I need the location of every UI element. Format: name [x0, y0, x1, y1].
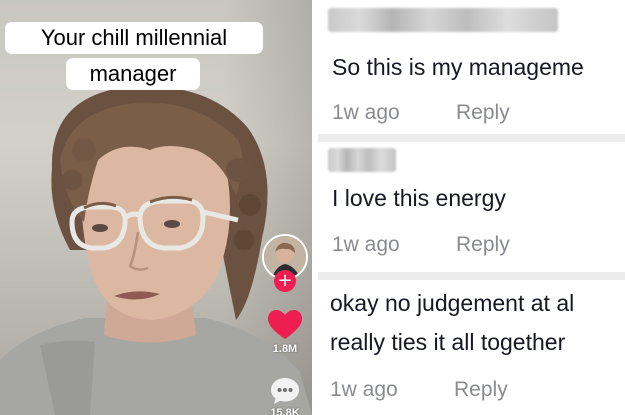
- reply-button[interactable]: Reply: [456, 101, 510, 125]
- comment-time: 1w ago: [330, 378, 398, 401]
- heart-icon[interactable]: [268, 310, 302, 340]
- comment-time: 1w ago: [332, 233, 400, 256]
- comment-text-line-1: okay no judgement at al: [330, 290, 575, 316]
- comment-meta: 1w ago Reply: [330, 378, 508, 402]
- comment-item: I love this energy 1w ago Reply: [318, 142, 625, 272]
- comments-panel: So this is my manageme 1w ago Reply I lo…: [318, 0, 625, 415]
- comment-meta: 1w ago Reply: [332, 101, 510, 125]
- comment-item: okay no judgement at al really ties it a…: [318, 280, 625, 415]
- comment-text: I love this energy: [332, 185, 506, 211]
- comment-bubble-icon[interactable]: [270, 376, 300, 406]
- comment-separator: [318, 272, 625, 280]
- video-player[interactable]: Your chill millennial manager + 1.8M 15.…: [0, 0, 312, 415]
- caption-line-2: manager: [66, 58, 200, 90]
- comment-count: 15.8K: [270, 407, 300, 415]
- comment-meta: 1w ago Reply: [332, 233, 510, 257]
- blurred-username: [328, 8, 558, 32]
- follow-plus-icon[interactable]: +: [274, 270, 296, 292]
- video-caption: Your chill millennial manager: [0, 0, 312, 110]
- comment-text: So this is my manageme: [332, 54, 584, 80]
- reply-button[interactable]: Reply: [454, 378, 508, 402]
- blurred-username: [328, 148, 396, 172]
- comment-separator: [318, 134, 625, 142]
- like-count: 1.8M: [272, 343, 298, 355]
- comment-item: So this is my manageme 1w ago Reply: [318, 0, 625, 132]
- face: [81, 127, 230, 320]
- reply-button[interactable]: Reply: [456, 233, 510, 257]
- caption-line-1: Your chill millennial: [5, 22, 263, 54]
- comment-text-line-2: really ties it all together: [330, 329, 566, 355]
- video-side-actions: + 1.8M 15.8K: [258, 230, 312, 415]
- comment-time: 1w ago: [332, 101, 400, 124]
